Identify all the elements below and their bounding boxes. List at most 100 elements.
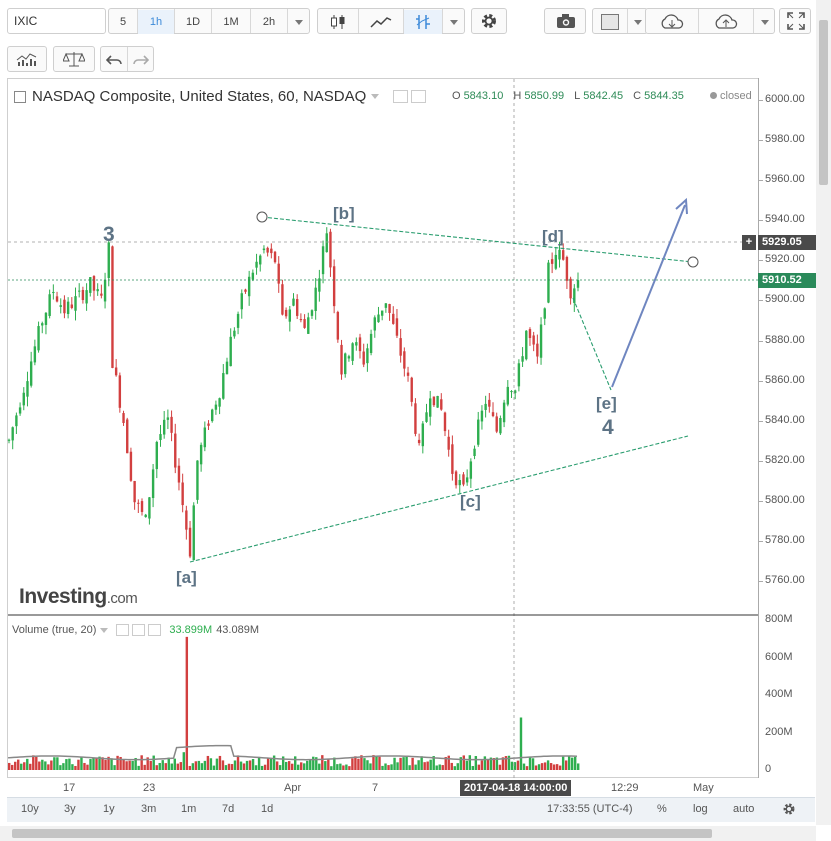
price-tick-label: 5900.00 bbox=[765, 293, 805, 306]
price-tick-label: 5760.00 bbox=[765, 574, 805, 586]
time-label: 7 bbox=[372, 782, 379, 794]
settings-icon bbox=[482, 14, 496, 28]
price-tick-label: 5940.00 bbox=[765, 213, 805, 226]
bar-chart-button[interactable] bbox=[7, 46, 47, 72]
chevron-down-icon bbox=[450, 19, 458, 25]
undo-button[interactable] bbox=[101, 48, 127, 72]
compare-button[interactable] bbox=[53, 46, 95, 72]
indicator-icon[interactable] bbox=[404, 10, 442, 34]
market-status: closed bbox=[710, 90, 752, 102]
price-axis[interactable]: 6000.00 5980.00 5960.00 5940.00 5920.00 5900.… bbox=[758, 78, 817, 778]
settings-icon[interactable] bbox=[782, 802, 796, 816]
volume-tick-label: 800M bbox=[765, 613, 793, 625]
price-tick-label: 5800.00 bbox=[765, 493, 805, 506]
chart-style-group bbox=[317, 8, 465, 34]
low-value: 5842.45 bbox=[583, 90, 624, 102]
range-1d[interactable]: 1d bbox=[261, 803, 273, 815]
format-icon[interactable] bbox=[411, 89, 427, 103]
redo-button[interactable] bbox=[128, 48, 154, 72]
cloud-upload-button[interactable] bbox=[699, 10, 753, 34]
cloud-download-button[interactable] bbox=[646, 10, 698, 34]
bar-chart-icon bbox=[16, 53, 37, 66]
time-label: 12:29 bbox=[611, 782, 639, 794]
color-group bbox=[592, 8, 648, 34]
interval-1d[interactable]: 1D bbox=[175, 10, 211, 34]
color-icon bbox=[601, 14, 619, 30]
price-tick-label: 5880.00 bbox=[765, 333, 805, 346]
status-dot-icon bbox=[710, 92, 717, 99]
range-10y[interactable]: 10y bbox=[21, 803, 39, 815]
investing-logo: Investing.com bbox=[19, 585, 138, 608]
fullscreen-button[interactable] bbox=[779, 8, 811, 34]
range-1y[interactable]: 1y bbox=[103, 803, 115, 815]
range-7d[interactable]: 7d bbox=[222, 803, 234, 815]
price-tick-label: 5960.00 bbox=[765, 173, 805, 186]
camera-icon bbox=[557, 14, 575, 28]
close-value: 5844.35 bbox=[644, 90, 684, 102]
undo-icon bbox=[106, 55, 122, 65]
screenshot-button[interactable] bbox=[544, 8, 586, 34]
candles-icon[interactable] bbox=[318, 10, 358, 34]
volume-legend: Volume (true, 20) 33.899M 43.089M bbox=[12, 624, 259, 636]
collapse-icon[interactable] bbox=[14, 91, 26, 103]
time-label: May bbox=[693, 782, 714, 794]
interval-2h[interactable]: 2h bbox=[251, 10, 287, 34]
interval-5[interactable]: 5 bbox=[109, 10, 137, 34]
chevron-down-icon[interactable] bbox=[371, 93, 380, 99]
symbol-text: IXIC bbox=[14, 14, 38, 28]
eye-icon[interactable] bbox=[116, 624, 130, 636]
close-icon[interactable] bbox=[148, 624, 162, 636]
chevron-down-icon[interactable] bbox=[100, 627, 109, 633]
open-value: 5843.10 bbox=[463, 90, 504, 102]
volume-tick-label: 200M bbox=[765, 725, 793, 738]
time-label: 23 bbox=[143, 782, 156, 794]
volume-tick-label: 400M bbox=[765, 688, 793, 700]
last-price-tag: 5910.52 bbox=[758, 273, 817, 288]
horizontal-scroll-thumb[interactable] bbox=[12, 829, 712, 838]
auto-toggle[interactable]: auto bbox=[733, 803, 754, 815]
high-value: 5850.99 bbox=[524, 90, 565, 102]
range-1m[interactable]: 1m bbox=[181, 803, 196, 815]
volume-ma-value: 43.089M bbox=[216, 624, 259, 636]
interval-1h[interactable]: 1h bbox=[138, 10, 174, 34]
symbol-input[interactable]: IXIC bbox=[7, 8, 106, 34]
settings-button[interactable] bbox=[471, 8, 507, 34]
chevron-down-icon bbox=[295, 19, 303, 25]
price-tick-label: 5860.00 bbox=[765, 373, 805, 386]
history-group bbox=[100, 46, 154, 72]
cloud-dropdown[interactable] bbox=[754, 10, 775, 34]
price-tick-label: 5780.00 bbox=[765, 533, 805, 546]
clock: 17:33:55 (UTC-4) bbox=[547, 803, 633, 815]
time-label: 17 bbox=[63, 782, 76, 794]
chevron-down-icon bbox=[634, 19, 642, 25]
bottom-bar: 10y 3y 1y 3m 1m 7d 1d 17:33:55 (UTC-4) %… bbox=[7, 797, 815, 822]
range-3y[interactable]: 3y bbox=[64, 803, 76, 815]
volume-tick-label: 600M bbox=[765, 650, 793, 663]
fullscreen-icon bbox=[787, 12, 805, 30]
cloud-upload-icon bbox=[715, 14, 738, 29]
percent-toggle[interactable]: % bbox=[657, 803, 667, 815]
format-icon[interactable] bbox=[132, 624, 146, 636]
vertical-scroll-thumb[interactable] bbox=[819, 20, 828, 185]
series-title: NASDAQ Composite, United States, 60, NAS… bbox=[32, 87, 367, 105]
crosshair-price-tag: + 5929.05 bbox=[742, 235, 817, 250]
interval-1m[interactable]: 1M bbox=[212, 10, 250, 34]
chevron-down-icon bbox=[760, 19, 769, 25]
eye-icon[interactable] bbox=[393, 89, 409, 103]
color-button[interactable] bbox=[593, 10, 627, 34]
ohlc-values: O 5843.10 H 5850.99 L 5842.45 C 5844.35 bbox=[452, 90, 684, 102]
volume-title: Volume (true, 20) bbox=[12, 624, 97, 636]
interval-dropdown[interactable] bbox=[288, 10, 310, 34]
line-chart-icon[interactable] bbox=[359, 10, 403, 34]
chart-pane[interactable] bbox=[7, 78, 758, 778]
add-icon[interactable]: + bbox=[742, 235, 756, 250]
redo-icon bbox=[133, 55, 149, 65]
interval-group: 5 1h 1D 1M 2h bbox=[108, 8, 310, 34]
range-3m[interactable]: 3m bbox=[141, 803, 156, 815]
secondary-toolbar bbox=[0, 42, 831, 74]
chart-legend: NASDAQ Composite, United States, 60, NAS… bbox=[14, 86, 427, 106]
log-toggle[interactable]: log bbox=[693, 803, 708, 815]
chart-style-dropdown[interactable] bbox=[443, 10, 465, 34]
main-toolbar: IXIC 5 1h 1D 1M 2h bbox=[0, 0, 831, 43]
price-tick-label: 5980.00 bbox=[765, 133, 805, 146]
